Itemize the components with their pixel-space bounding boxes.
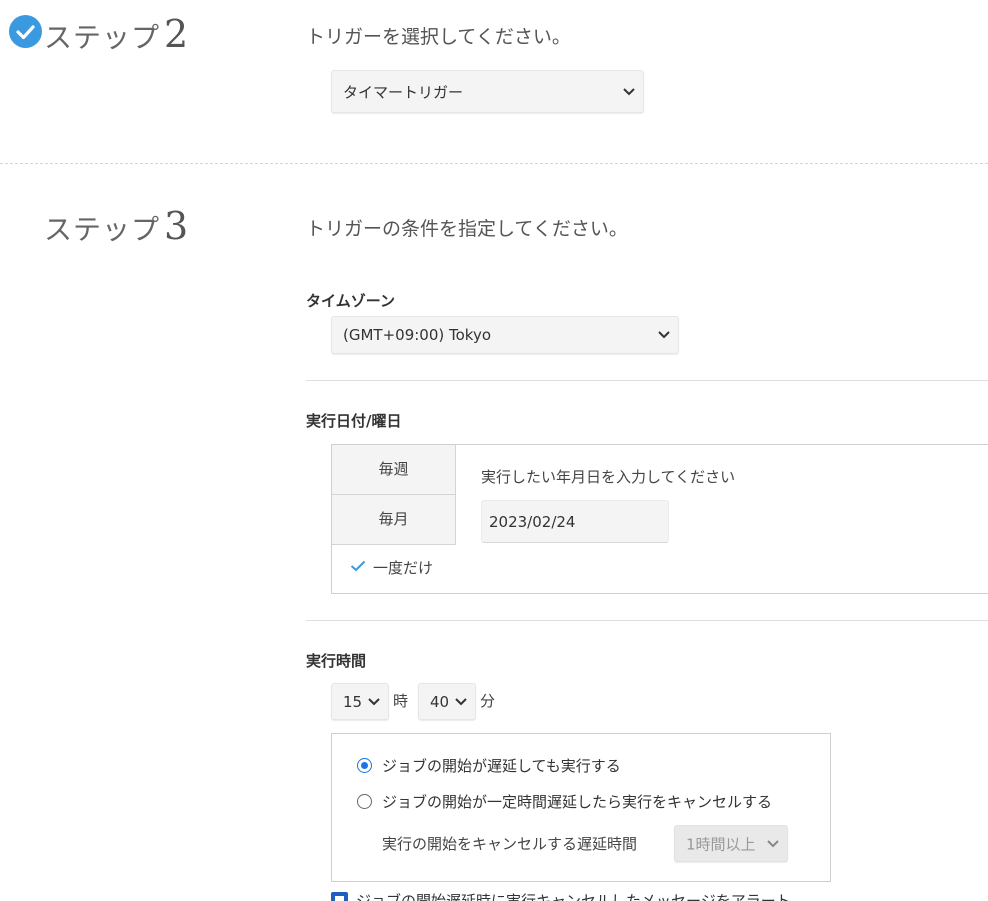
step-complete-check-icon (9, 15, 42, 48)
hour-value: 15 (343, 692, 363, 711)
cancel-if-delayed-radio[interactable] (357, 794, 372, 809)
field-divider (306, 620, 988, 621)
step-3-title: ステップ 3 (44, 204, 188, 248)
timezone-label: タイムゾーン (306, 292, 395, 310)
step-3-number: 3 (164, 204, 189, 248)
tab-monthly[interactable]: 毎月 (332, 495, 456, 545)
trigger-type-select[interactable]: タイマートリガー (331, 70, 644, 113)
exec-time-label: 実行時間 (306, 652, 367, 670)
tab-once-label: 一度だけ (373, 559, 434, 577)
check-icon (350, 560, 366, 572)
run-even-if-delayed-radio[interactable] (357, 758, 372, 773)
cancel-delay-select[interactable]: 1時間以上 (674, 825, 788, 862)
tab-once[interactable]: 一度だけ (332, 544, 456, 593)
date-input[interactable]: 2023/02/24 (481, 500, 669, 543)
step-2-prompt: トリガーを選択してください。 (306, 26, 571, 48)
tab-weekly[interactable]: 毎週 (332, 445, 456, 495)
cancel-delay-label: 実行の開始をキャンセルする遅延時間 (382, 835, 638, 853)
minute-select[interactable]: 40 (418, 683, 476, 720)
hour-select[interactable]: 15 (331, 683, 389, 720)
chevron-down-icon (767, 839, 779, 847)
chevron-down-icon (623, 87, 635, 95)
step-2-number: 2 (164, 12, 189, 56)
field-divider (306, 380, 988, 381)
step-2-word: ステップ (44, 21, 161, 54)
cancel-if-delayed-label[interactable]: ジョブの開始が一定時間遅延したら実行をキャンセルする (382, 791, 772, 812)
minute-unit: 分 (480, 692, 496, 710)
minute-value: 40 (430, 692, 450, 711)
chevron-down-icon (455, 697, 467, 705)
timezone-select[interactable]: (GMT+09:00) Tokyo (331, 316, 679, 354)
section-divider (0, 163, 988, 164)
date-hint: 実行したい年月日を入力してください (481, 468, 736, 486)
alert-on-cancel-checkbox[interactable] (331, 892, 348, 901)
step-3-word: ステップ (44, 213, 161, 246)
step-2-title: ステップ 2 (44, 12, 188, 56)
hour-unit: 時 (393, 692, 409, 710)
date-input-value: 2023/02/24 (489, 513, 576, 531)
chevron-down-icon (368, 697, 380, 705)
alert-on-cancel-label[interactable]: ジョブの開始遅延時に実行キャンセルしたメッセージをアラート (356, 890, 791, 901)
run-even-if-delayed-label[interactable]: ジョブの開始が遅延しても実行する (382, 755, 621, 776)
delay-options-panel: ジョブの開始が遅延しても実行する ジョブの開始が一定時間遅延したら実行をキャンセ… (331, 733, 831, 882)
timezone-value: (GMT+09:00) Tokyo (343, 326, 491, 344)
chevron-down-icon (658, 331, 670, 339)
trigger-type-value: タイマートリガー (343, 83, 464, 101)
cancel-delay-value: 1時間以上 (686, 835, 756, 853)
step-3-prompt: トリガーの条件を指定してください。 (306, 218, 628, 240)
exec-date-panel: 毎週 毎月 一度だけ 実行したい年月日を入力してください 2023/02/24 (331, 444, 988, 594)
exec-date-label: 実行日付/曜日 (306, 412, 402, 430)
